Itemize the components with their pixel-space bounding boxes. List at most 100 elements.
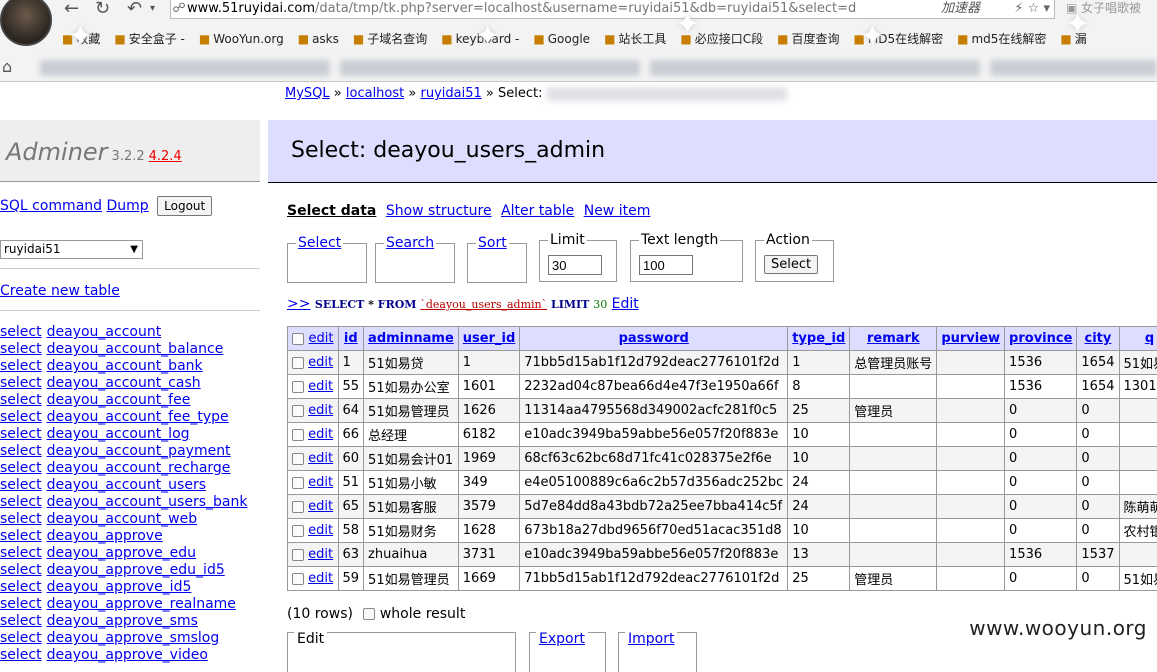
select-table-link[interactable]: select	[0, 375, 42, 391]
select-table-link[interactable]: select	[0, 562, 42, 578]
table-structure-link[interactable]: deayou_account_users	[47, 477, 206, 493]
select-table-link[interactable]: select	[0, 477, 42, 493]
table-structure-link[interactable]: deayou_approve_edu	[47, 545, 196, 561]
table-structure-link[interactable]: deayou_account_balance	[47, 341, 224, 357]
select-table-link[interactable]: select	[0, 528, 42, 544]
table-structure-link[interactable]: deayou_account	[47, 324, 162, 340]
bookmark-item[interactable]: ■站长工具	[604, 29, 666, 49]
whole-result-checkbox[interactable]	[363, 608, 375, 620]
bookmark-item[interactable]: ■子域名查询	[353, 29, 427, 49]
table-structure-link[interactable]: deayou_approve_video	[47, 647, 208, 663]
import-toggle[interactable]: Import	[628, 631, 674, 647]
logout-button[interactable]: Logout	[157, 196, 212, 216]
row-checkbox[interactable]	[292, 453, 304, 465]
column-sort-link[interactable]: password	[619, 331, 689, 346]
column-sort-link[interactable]: id	[344, 331, 358, 346]
bookmark-item[interactable]: ■WooYun.org	[199, 29, 284, 49]
tab-select-data[interactable]: Select data	[287, 203, 376, 219]
select-table-link[interactable]: select	[0, 511, 42, 527]
column-sort-link[interactable]: province	[1009, 331, 1072, 346]
row-edit-link[interactable]: edit	[308, 475, 333, 490]
select-table-link[interactable]: select	[0, 392, 42, 408]
select-all-checkbox[interactable]	[292, 333, 304, 345]
back-icon[interactable]: ←	[64, 0, 79, 18]
bookmark-item[interactable]: ■安全盒子 -	[114, 29, 185, 49]
select-table-link[interactable]: select	[0, 341, 42, 357]
column-sort-link[interactable]: type_id	[792, 331, 845, 346]
refresh-icon[interactable]: ↻	[95, 0, 110, 18]
row-checkbox[interactable]	[292, 573, 304, 585]
export-toggle[interactable]: Export	[539, 631, 585, 647]
column-sort-link[interactable]: city	[1085, 331, 1112, 346]
bookmark-item[interactable]: ■Google	[533, 29, 590, 49]
select-table-link[interactable]: select	[0, 630, 42, 646]
column-sort-link[interactable]: q	[1145, 331, 1154, 346]
limit-input[interactable]	[548, 255, 602, 275]
row-checkbox[interactable]	[292, 549, 304, 561]
row-edit-link[interactable]: edit	[308, 427, 333, 442]
sort-toggle[interactable]: Sort	[478, 235, 507, 251]
address-bar[interactable]: ☍www.51ruyidai.com/data/tmp/tk.php?serve…	[170, 0, 1055, 19]
row-checkbox[interactable]	[292, 477, 304, 489]
table-structure-link[interactable]: deayou_account_log	[47, 426, 190, 442]
select-table-link[interactable]: select	[0, 409, 42, 425]
undo-dropdown-icon[interactable]: ▾	[150, 0, 155, 18]
row-checkbox[interactable]	[292, 405, 304, 417]
sql-command-link[interactable]: SQL command	[0, 198, 102, 214]
row-checkbox[interactable]	[292, 429, 304, 441]
row-edit-link[interactable]: edit	[308, 403, 333, 418]
chevron-down-icon[interactable]: ▾	[1043, 1, 1050, 16]
row-checkbox[interactable]	[292, 357, 304, 369]
table-structure-link[interactable]: deayou_approve_id5	[47, 579, 192, 595]
select-table-link[interactable]: select	[0, 647, 42, 663]
row-edit-link[interactable]: edit	[308, 523, 333, 538]
table-structure-link[interactable]: deayou_approve_realname	[47, 596, 236, 612]
breadcrumb-mysql[interactable]: MySQL	[285, 86, 330, 101]
undo-icon[interactable]: ↶	[127, 0, 142, 18]
table-structure-link[interactable]: deayou_approve	[47, 528, 163, 544]
column-sort-link[interactable]: user_id	[463, 331, 515, 346]
breadcrumb-server[interactable]: localhost	[346, 86, 404, 101]
search-toggle[interactable]: Search	[386, 235, 434, 251]
column-sort-link[interactable]: remark	[867, 331, 920, 346]
select-submit-button[interactable]: Select	[764, 255, 818, 274]
tab-show-structure[interactable]: Show structure	[386, 203, 492, 219]
tab-alter-table[interactable]: Alter table	[501, 203, 574, 219]
edit-sql-link[interactable]: Edit	[612, 296, 639, 312]
row-checkbox[interactable]	[292, 381, 304, 393]
table-structure-link[interactable]: deayou_approve_edu_id5	[47, 562, 225, 578]
table-structure-link[interactable]: deayou_approve_smslog	[47, 630, 220, 646]
row-edit-link[interactable]: edit	[308, 451, 333, 466]
table-structure-link[interactable]: deayou_account_web	[47, 511, 198, 527]
select-table-link[interactable]: select	[0, 443, 42, 459]
table-structure-link[interactable]: deayou_account_fee_type	[47, 409, 229, 425]
dump-link[interactable]: Dump	[107, 198, 149, 214]
breadcrumb-db[interactable]: ruyidai51	[421, 86, 482, 101]
table-structure-link[interactable]: deayou_account_payment	[47, 443, 231, 459]
table-structure-link[interactable]: deayou_account_users_bank	[47, 494, 248, 510]
select-table-link[interactable]: select	[0, 324, 42, 340]
select-table-link[interactable]: select	[0, 579, 42, 595]
star-icon[interactable]: ☆	[1028, 1, 1040, 16]
row-edit-link[interactable]: edit	[308, 571, 333, 586]
select-table-link[interactable]: select	[0, 426, 42, 442]
select-table-link[interactable]: select	[0, 613, 42, 629]
select-table-link[interactable]: select	[0, 494, 42, 510]
row-edit-link[interactable]: edit	[308, 379, 333, 394]
database-select[interactable]: ruyidai51 ▼	[0, 240, 143, 259]
lightning-icon[interactable]: ⚡	[1014, 1, 1023, 16]
bookmark-item[interactable]: ■md5在线解密	[957, 29, 1046, 49]
home-icon[interactable]: ⌂	[2, 57, 12, 76]
select-table-link[interactable]: select	[0, 358, 42, 374]
row-edit-link[interactable]: edit	[308, 355, 333, 370]
row-edit-link[interactable]: edit	[308, 499, 333, 514]
app-name-link[interactable]: Adminer	[6, 138, 108, 166]
row-checkbox[interactable]	[292, 525, 304, 537]
new-version-link[interactable]: 4.2.4	[149, 149, 182, 164]
column-sort-link[interactable]: purview	[941, 331, 1000, 346]
accelerator-label[interactable]: 加速器	[937, 0, 984, 17]
text-length-input[interactable]	[639, 255, 693, 275]
tab-new-item[interactable]: New item	[584, 203, 651, 219]
create-table-link[interactable]: Create new table	[0, 283, 120, 299]
select-table-link[interactable]: select	[0, 545, 42, 561]
